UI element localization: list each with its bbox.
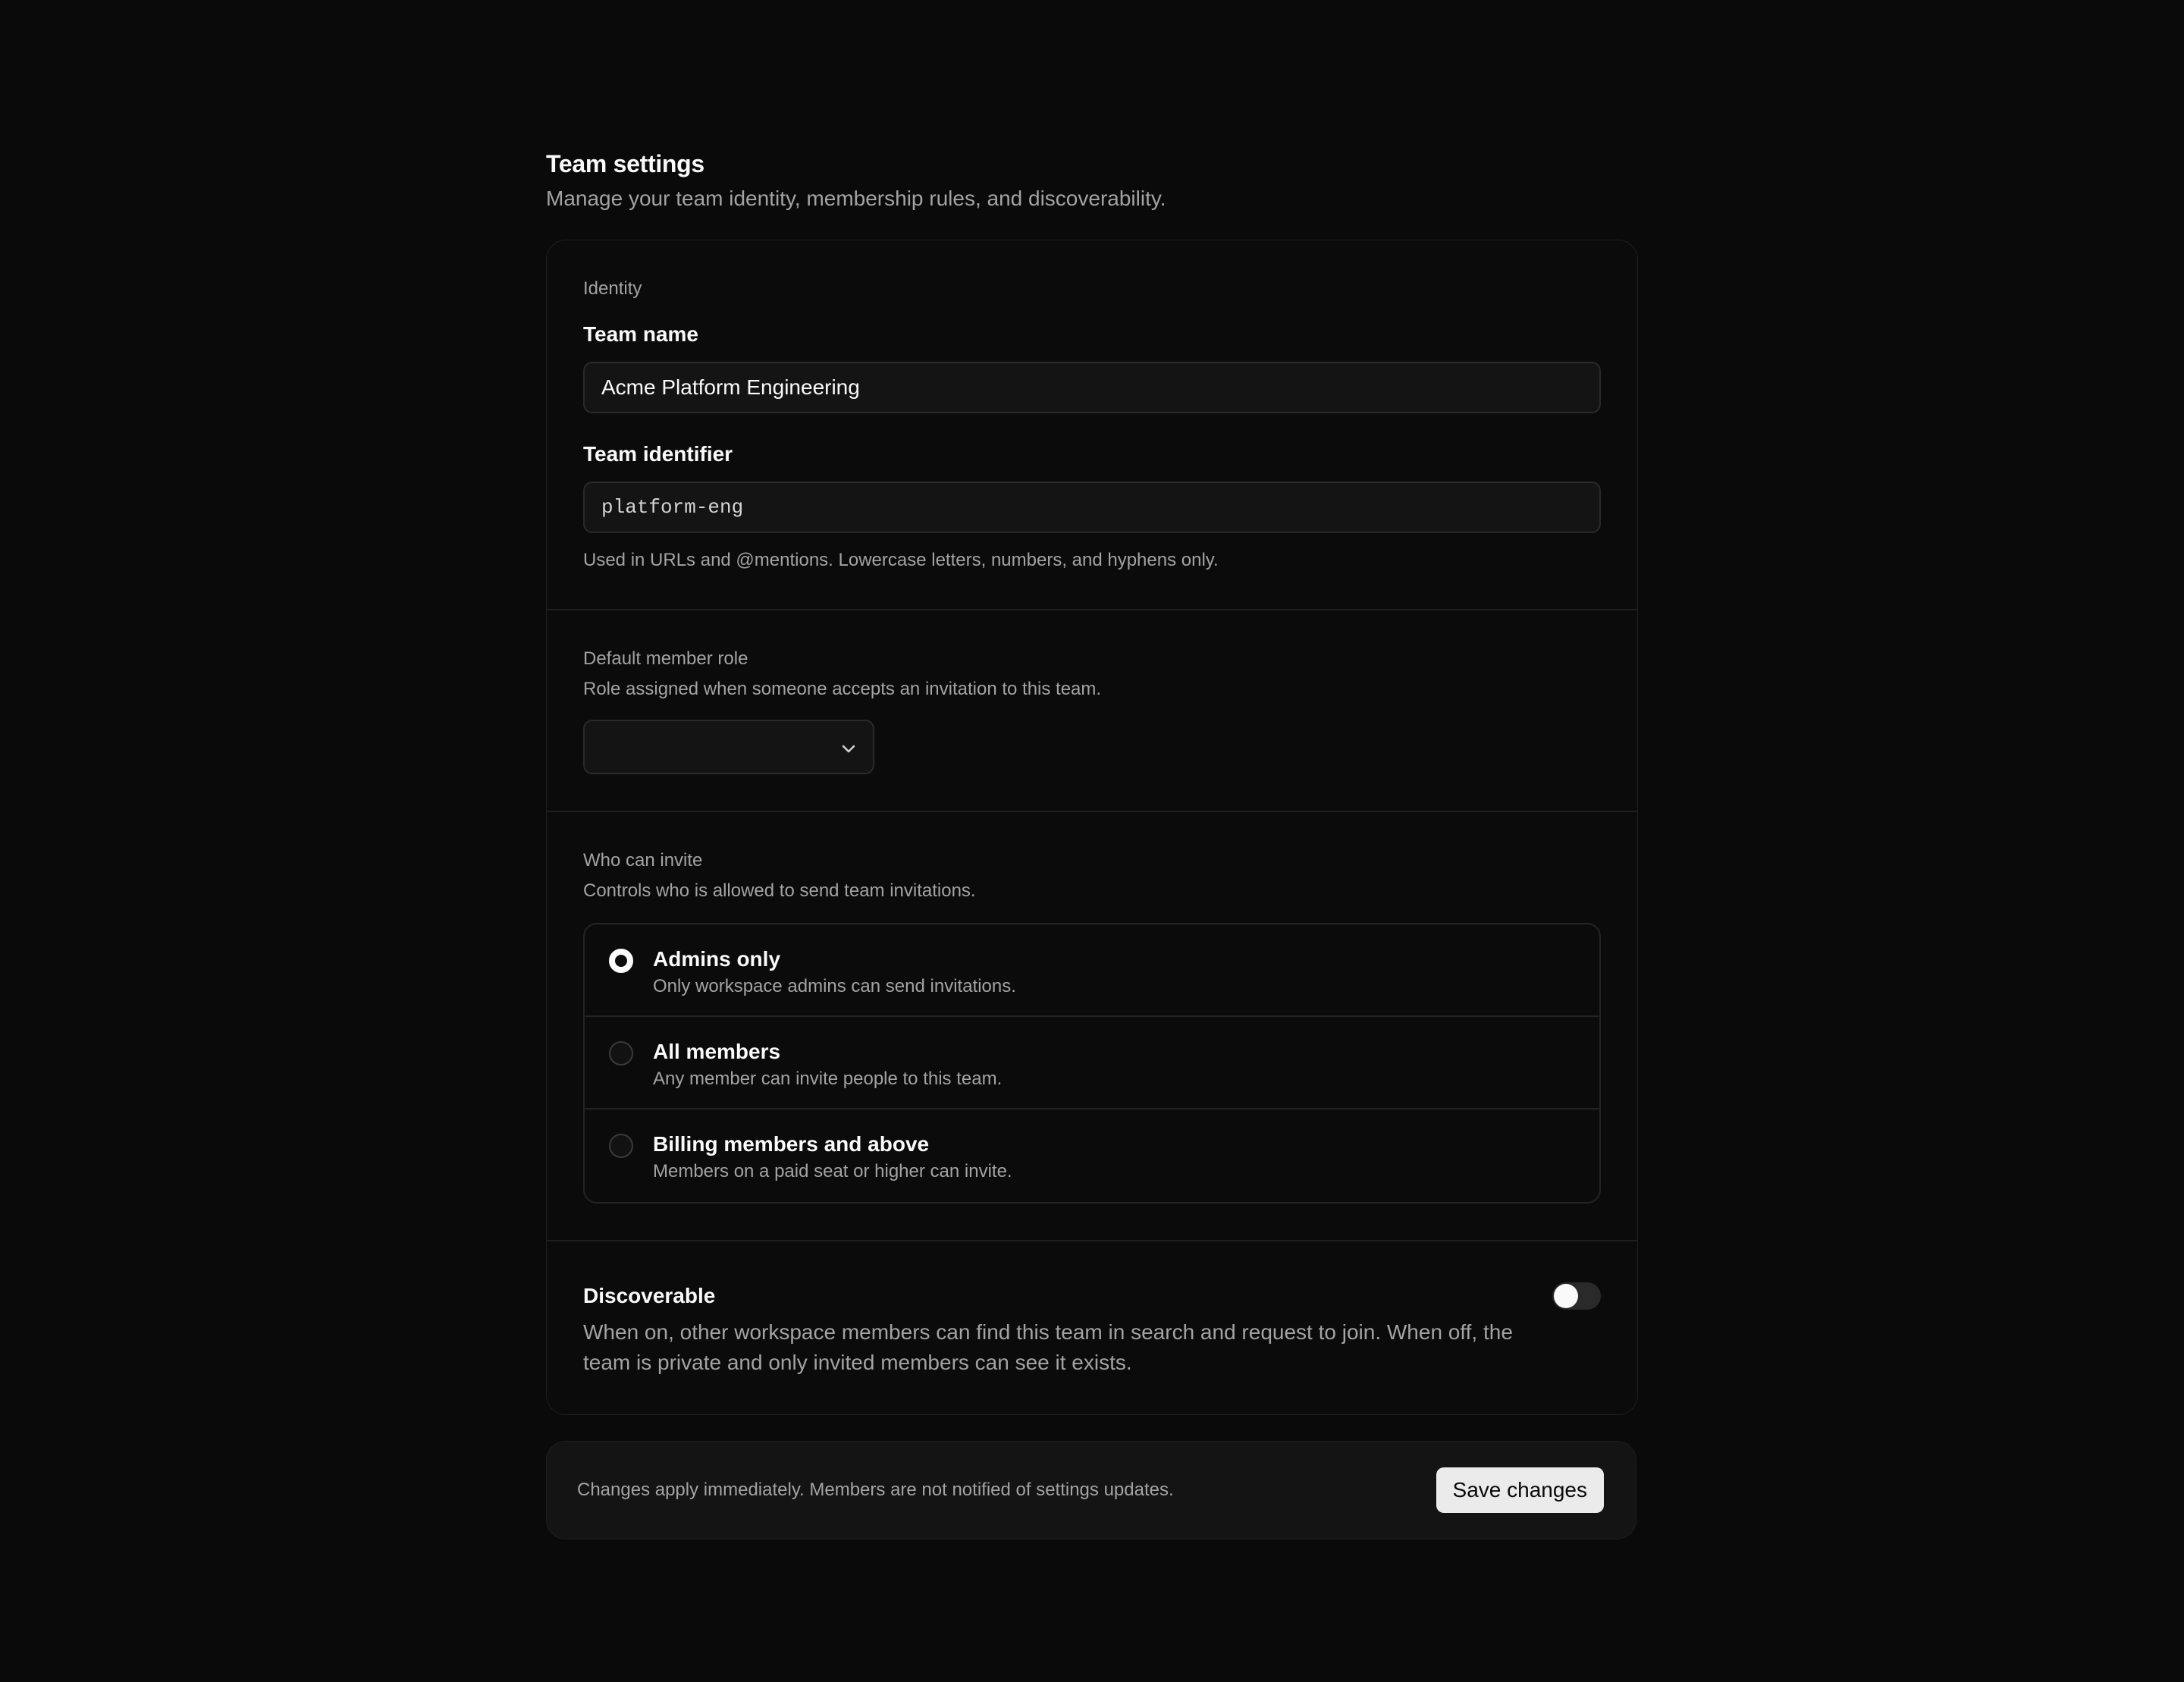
chevron-down-icon [842, 745, 855, 753]
discoverable-title: Discoverable [583, 1284, 716, 1307]
who-can-invite-section: Who can invite Controls who is allowed t… [547, 812, 1637, 1241]
section-label: Identity [583, 278, 642, 299]
team-identifier-label: Team identifier [583, 442, 733, 466]
section-label: Who can invite [583, 850, 703, 871]
default-role-section: Default member role Role assigned when s… [547, 610, 1637, 812]
footer-note: Changes apply immediately. Members are n… [577, 1480, 1174, 1500]
team-name-label: Team name [583, 322, 698, 346]
team-identifier-input[interactable]: platform-eng [583, 482, 1601, 533]
radio-button[interactable] [609, 1041, 633, 1065]
settings-footer: Changes apply immediately. Members are n… [546, 1441, 1636, 1539]
page-title: Team settings [546, 150, 704, 177]
section-help: Controls who is allowed to send team inv… [583, 880, 976, 901]
radio-option-all-members[interactable]: All members Any member can invite people… [585, 1017, 1599, 1109]
section-label: Default member role [583, 648, 748, 669]
radio-title: All members [653, 1040, 781, 1063]
team-identifier-hint: Used in URLs and @mentions. Lowercase le… [583, 550, 1219, 570]
invite-radio-group: Admins only Only workspace admins can se… [583, 923, 1601, 1203]
radio-description: Any member can invite people to this tea… [653, 1069, 1003, 1089]
discoverable-description: When on, other workspace members can fin… [583, 1320, 1513, 1374]
discoverable-section: Discoverable When on, other workspace me… [547, 1241, 1637, 1414]
settings-card: Identity Team name Acme Platform Enginee… [546, 240, 1638, 1415]
toggle-knob [1554, 1284, 1578, 1308]
team-name-input[interactable]: Acme Platform Engineering [583, 362, 1601, 413]
section-help: Role assigned when someone accepts an in… [583, 679, 1102, 699]
discoverable-toggle[interactable] [1552, 1282, 1601, 1310]
page-subtitle: Manage your team identity, membership ru… [546, 187, 1166, 210]
radio-button[interactable] [609, 949, 633, 973]
radio-button[interactable] [609, 1134, 633, 1158]
save-button[interactable]: Save changes [1436, 1467, 1604, 1513]
radio-option-billing-members[interactable]: Billing members and above Members on a p… [585, 1109, 1599, 1202]
radio-description: Only workspace admins can send invitatio… [653, 976, 1016, 996]
radio-title: Admins only [653, 947, 781, 971]
default-role-select[interactable] [583, 720, 874, 774]
identity-section: Identity Team name Acme Platform Enginee… [547, 240, 1637, 610]
radio-option-admins-only[interactable]: Admins only Only workspace admins can se… [585, 924, 1599, 1017]
radio-description: Members on a paid seat or higher can inv… [653, 1161, 1012, 1181]
settings-page: Team settings Manage your team identity,… [546, 149, 1638, 1539]
radio-title: Billing members and above [653, 1132, 930, 1156]
